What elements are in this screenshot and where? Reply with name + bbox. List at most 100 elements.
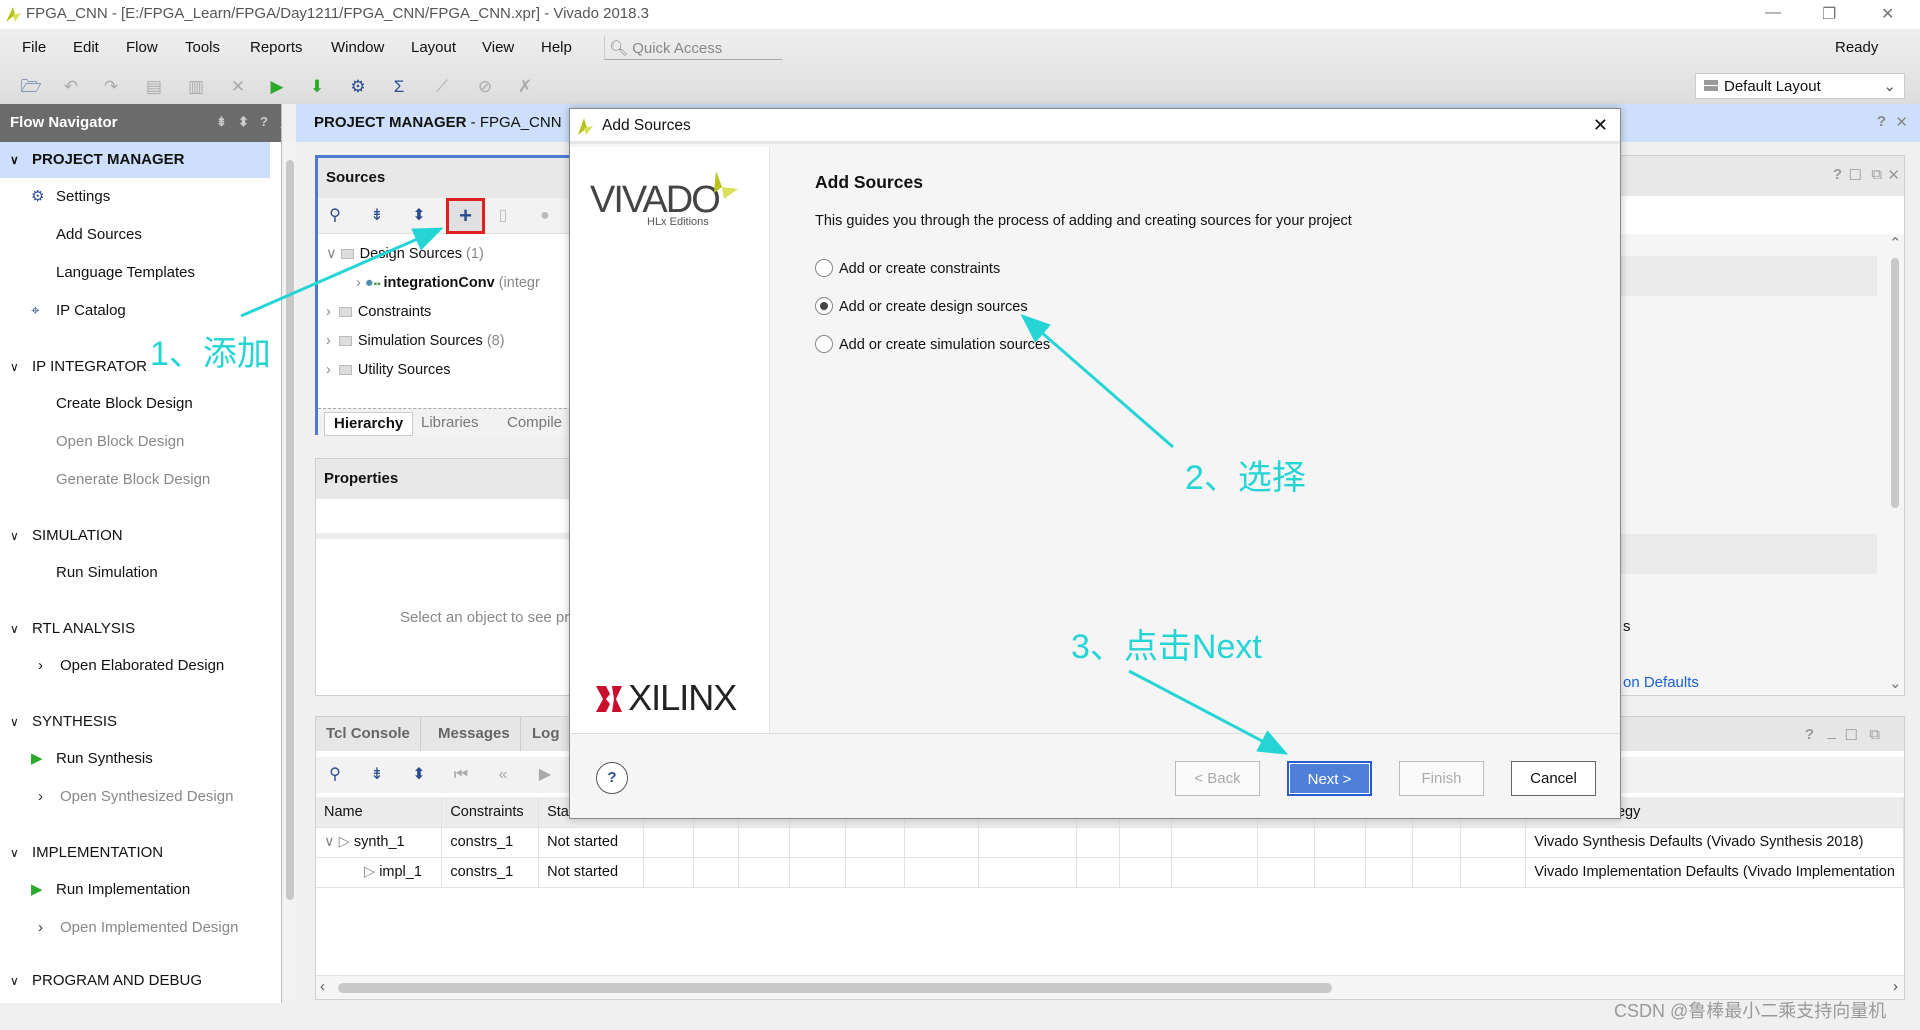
settings-gear-icon[interactable]: ⚙ — [346, 75, 370, 99]
scroll-up-icon[interactable]: ⌃ — [1889, 234, 1902, 252]
summary-scrollbar[interactable]: ⌃ ⌄ — [1888, 235, 1902, 692]
first-icon[interactable]: ⏮ — [450, 764, 472, 786]
float-icon[interactable]: ⧉ — [1869, 726, 1880, 743]
nav-section-rtl-analysis[interactable]: ∨ RTL ANALYSIS — [0, 611, 270, 647]
open-project-icon[interactable]: 🗁 — [19, 75, 43, 99]
scroll-left-icon[interactable]: ‹ — [320, 978, 325, 995]
tree-node-integrationconv[interactable]: › ●▪▪ integrationConv (integr — [356, 271, 540, 295]
previous-icon[interactable]: « — [492, 764, 514, 786]
disabled-tool-icon[interactable]: ✗ — [513, 75, 537, 99]
nav-item-run-simulation[interactable]: Run Simulation — [0, 554, 270, 592]
disabled-tool-icon[interactable]: ⟋ — [430, 75, 454, 99]
copy-icon[interactable]: ▤ — [142, 75, 166, 99]
expand-all-icon[interactable]: ⬍ — [408, 764, 430, 786]
next-button[interactable]: Next > — [1287, 761, 1372, 796]
tab-libraries[interactable]: Libraries — [412, 412, 488, 436]
nav-item-ip-catalog[interactable]: ⌖ IP Catalog — [0, 292, 270, 330]
nav-item-run-implementation[interactable]: ▶ Run Implementation — [0, 871, 270, 909]
menu-file[interactable]: File — [22, 39, 46, 56]
help-icon[interactable]: ? — [1833, 166, 1842, 183]
strategy-link[interactable]: on Defaults — [1623, 674, 1699, 691]
nav-section-project-manager[interactable]: ∨ PROJECT MANAGER — [0, 142, 270, 178]
radio-button[interactable] — [815, 259, 833, 277]
radio-add-simulation-sources[interactable]: Add or create simulation sources — [815, 335, 1050, 353]
tab-tcl-console[interactable]: Tcl Console — [316, 717, 421, 751]
table-row[interactable]: ▷ impl_1 constrs_1 Not started Vivado Im… — [316, 857, 1904, 888]
nav-item-open-block-design[interactable]: Open Block Design — [0, 423, 270, 461]
menu-reports[interactable]: Reports — [250, 39, 303, 56]
scrollbar-thumb[interactable] — [338, 983, 1332, 993]
back-button[interactable]: < Back — [1175, 761, 1260, 796]
source-file-icon[interactable]: ▯ — [492, 205, 514, 227]
restore-button[interactable]: ❐ — [1822, 4, 1836, 24]
search-icon[interactable]: ⚲ — [324, 764, 346, 786]
nav-section-implementation[interactable]: ∨ IMPLEMENTATION — [0, 835, 270, 871]
collapse-all-icon[interactable]: ⇟ — [216, 114, 227, 130]
nav-item-open-elaborated-design[interactable]: › Open Elaborated Design — [0, 647, 270, 685]
maximize-icon[interactable]: ☐ — [1845, 726, 1858, 744]
run-icon[interactable]: ▶ — [265, 75, 289, 99]
add-sources-plus-icon[interactable]: + — [446, 198, 485, 234]
float-icon[interactable]: ⧉ — [1871, 166, 1882, 183]
tab-hierarchy[interactable]: Hierarchy — [324, 412, 414, 436]
scroll-right-icon[interactable]: › — [1893, 978, 1898, 995]
radio-add-design-sources[interactable]: Add or create design sources — [815, 297, 1028, 315]
minimize-icon[interactable]: _ — [280, 114, 281, 129]
minimize-icon[interactable]: _ — [1828, 723, 1836, 740]
tab-log[interactable]: Log — [522, 717, 571, 751]
close-icon[interactable]: ✕ — [1593, 115, 1608, 136]
close-window-button[interactable]: ✕ — [1881, 4, 1894, 24]
menu-view[interactable]: View — [482, 39, 514, 56]
menu-help[interactable]: Help — [541, 39, 572, 56]
radio-button-selected[interactable] — [815, 297, 833, 315]
play-icon[interactable]: ▶ — [534, 764, 556, 786]
nav-item-add-sources[interactable]: Add Sources — [0, 216, 270, 254]
help-icon[interactable]: ? — [1877, 113, 1886, 130]
menu-flow[interactable]: Flow — [126, 39, 158, 56]
scroll-down-icon[interactable]: ⌄ — [1889, 674, 1902, 692]
collapse-all-icon[interactable]: ⇟ — [366, 764, 388, 786]
nav-item-generate-block-design[interactable]: Generate Block Design — [0, 461, 270, 499]
undo-icon[interactable]: ↶ — [59, 75, 83, 99]
close-icon[interactable]: ✕ — [1895, 113, 1908, 131]
minimize-button[interactable]: — — [1765, 4, 1781, 22]
nav-item-settings[interactable]: ⚙ Settings — [0, 178, 270, 216]
menu-layout[interactable]: Layout — [411, 39, 456, 56]
collapse-all-icon[interactable]: ⇟ — [366, 205, 388, 227]
help-icon[interactable]: ? — [260, 114, 268, 129]
menu-edit[interactable]: Edit — [73, 39, 99, 56]
expand-all-icon[interactable]: ⬍ — [408, 205, 430, 227]
redo-icon[interactable]: ↷ — [99, 75, 123, 99]
help-icon[interactable]: ? — [1805, 726, 1814, 743]
nav-item-language-templates[interactable]: Language Templates — [0, 254, 270, 292]
menu-window[interactable]: Window — [331, 39, 384, 56]
expand-all-icon[interactable]: ⬍ — [238, 114, 249, 130]
column-constraints[interactable]: Constraints — [441, 797, 540, 828]
finish-button[interactable]: Finish — [1399, 761, 1484, 796]
column-name[interactable]: Name — [316, 797, 443, 828]
close-icon[interactable]: ✕ — [1887, 166, 1900, 184]
radio-button[interactable] — [815, 335, 833, 353]
nav-item-open-implemented-design[interactable]: › Open Implemented Design — [0, 909, 270, 947]
nav-section-synthesis[interactable]: ∨ SYNTHESIS — [0, 704, 270, 740]
tab-compile-order[interactable]: Compile — [498, 412, 571, 436]
program-bitstream-icon[interactable]: ⬇ — [305, 75, 329, 99]
paste-icon[interactable]: ▥ — [184, 75, 208, 99]
nav-item-open-synthesized-design[interactable]: › Open Synthesized Design — [0, 778, 270, 816]
quick-access-input[interactable]: 🔍︎ Quick Access — [604, 36, 782, 60]
menu-tools[interactable]: Tools — [185, 39, 220, 56]
sigma-report-icon[interactable]: Σ — [387, 75, 411, 99]
help-button[interactable]: ? — [596, 762, 628, 794]
scrollbar-thumb[interactable] — [286, 160, 294, 900]
table-row[interactable]: ∨ ▷ synth_1 constrs_1 Not started Vivado… — [316, 827, 1904, 858]
tree-node-design-sources[interactable]: ∨ Design Sources (1) — [326, 242, 484, 266]
nav-item-run-synthesis[interactable]: ▶ Run Synthesis — [0, 740, 270, 778]
flow-navigator-scrollbar[interactable] — [284, 142, 296, 1000]
nav-section-simulation[interactable]: ∨ SIMULATION — [0, 518, 270, 554]
delete-icon[interactable]: ✕ — [226, 75, 250, 99]
maximize-icon[interactable]: ☐ — [1849, 166, 1862, 184]
cancel-button[interactable]: Cancel — [1511, 761, 1596, 796]
horizontal-scrollbar[interactable]: ‹ › — [316, 975, 1904, 999]
nav-section-program-and-debug[interactable]: ∨ PROGRAM AND DEBUG — [0, 966, 270, 996]
tab-messages[interactable]: Messages — [428, 717, 521, 751]
